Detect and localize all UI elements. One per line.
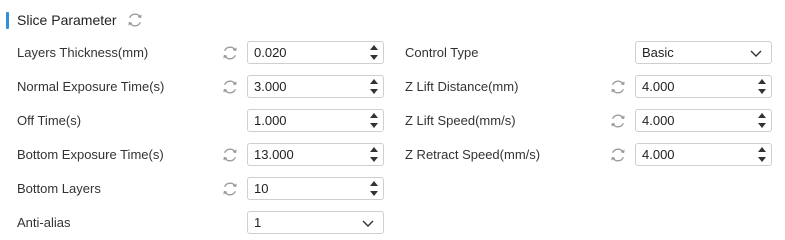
z-lift-speed-value: 4.000 — [642, 113, 675, 128]
spinner-arrows[interactable] — [755, 111, 769, 130]
z-retract-speed-input[interactable]: 4.000 — [635, 143, 772, 166]
refresh-icon[interactable] — [126, 11, 144, 29]
chevron-down-icon[interactable] — [370, 191, 378, 196]
refresh-icon[interactable] — [221, 180, 239, 198]
control-type-label: Control Type — [405, 45, 479, 60]
chevron-down-icon[interactable] — [758, 157, 766, 162]
spinner-arrows[interactable] — [755, 145, 769, 164]
anti-alias-select[interactable]: 1 — [247, 211, 384, 234]
chevron-up-icon[interactable] — [370, 181, 378, 186]
anti-alias-value: 1 — [254, 215, 262, 230]
layers-thickness-label: Layers Thickness(mm) — [17, 45, 149, 60]
section-header: Slice Parameter — [6, 9, 144, 31]
chevron-down-icon[interactable] — [749, 46, 763, 60]
layers-thickness-value: 0.020 — [254, 45, 287, 60]
refresh-icon[interactable] — [609, 78, 627, 96]
refresh-icon[interactable] — [221, 44, 239, 62]
control-type-value: Basic — [642, 45, 674, 60]
chevron-down-icon[interactable] — [758, 123, 766, 128]
spinner-arrows[interactable] — [755, 77, 769, 96]
refresh-icon[interactable] — [221, 78, 239, 96]
chevron-up-icon[interactable] — [758, 147, 766, 152]
z-lift-distance-input[interactable]: 4.000 — [635, 75, 772, 98]
chevron-up-icon[interactable] — [370, 113, 378, 118]
chevron-down-icon[interactable] — [370, 157, 378, 162]
control-type-select[interactable]: Basic — [635, 41, 772, 64]
z-lift-speed-input[interactable]: 4.000 — [635, 109, 772, 132]
chevron-up-icon[interactable] — [370, 45, 378, 50]
normal-exposure-input[interactable]: 3.000 — [247, 75, 384, 98]
z-lift-distance-label: Z Lift Distance(mm) — [405, 79, 519, 94]
refresh-icon[interactable] — [221, 146, 239, 164]
bottom-exposure-input[interactable]: 13.000 — [247, 143, 384, 166]
z-lift-distance-value: 4.000 — [642, 79, 675, 94]
off-time-label: Off Time(s) — [17, 113, 82, 128]
chevron-down-icon[interactable] — [370, 55, 378, 60]
refresh-icon[interactable] — [609, 146, 627, 164]
spinner-arrows[interactable] — [367, 179, 381, 198]
anti-alias-label: Anti-alias — [17, 215, 71, 230]
chevron-up-icon[interactable] — [758, 113, 766, 118]
section-accent-bar — [6, 11, 9, 29]
chevron-down-icon[interactable] — [370, 123, 378, 128]
z-retract-speed-label: Z Retract Speed(mm/s) — [405, 147, 541, 162]
chevron-down-icon[interactable] — [361, 216, 375, 230]
normal-exposure-value: 3.000 — [254, 79, 287, 94]
refresh-icon[interactable] — [609, 112, 627, 130]
bottom-layers-input[interactable]: 10 — [247, 177, 384, 200]
off-time-input[interactable]: 1.000 — [247, 109, 384, 132]
chevron-up-icon[interactable] — [758, 79, 766, 84]
layers-thickness-input[interactable]: 0.020 — [247, 41, 384, 64]
chevron-up-icon[interactable] — [370, 79, 378, 84]
spinner-arrows[interactable] — [367, 111, 381, 130]
z-retract-speed-value: 4.000 — [642, 147, 675, 162]
bottom-exposure-label: Bottom Exposure Time(s) — [17, 147, 164, 162]
spinner-arrows[interactable] — [367, 43, 381, 62]
off-time-value: 1.000 — [254, 113, 287, 128]
bottom-layers-label: Bottom Layers — [17, 181, 101, 196]
normal-exposure-label: Normal Exposure Time(s) — [17, 79, 165, 94]
chevron-down-icon[interactable] — [758, 89, 766, 94]
bottom-exposure-value: 13.000 — [254, 147, 294, 162]
bottom-layers-value: 10 — [254, 181, 269, 196]
chevron-down-icon[interactable] — [370, 89, 378, 94]
z-lift-speed-label: Z Lift Speed(mm/s) — [405, 113, 516, 128]
chevron-up-icon[interactable] — [370, 147, 378, 152]
spinner-arrows[interactable] — [367, 145, 381, 164]
spinner-arrows[interactable] — [367, 77, 381, 96]
section-title: Slice Parameter — [17, 12, 117, 28]
